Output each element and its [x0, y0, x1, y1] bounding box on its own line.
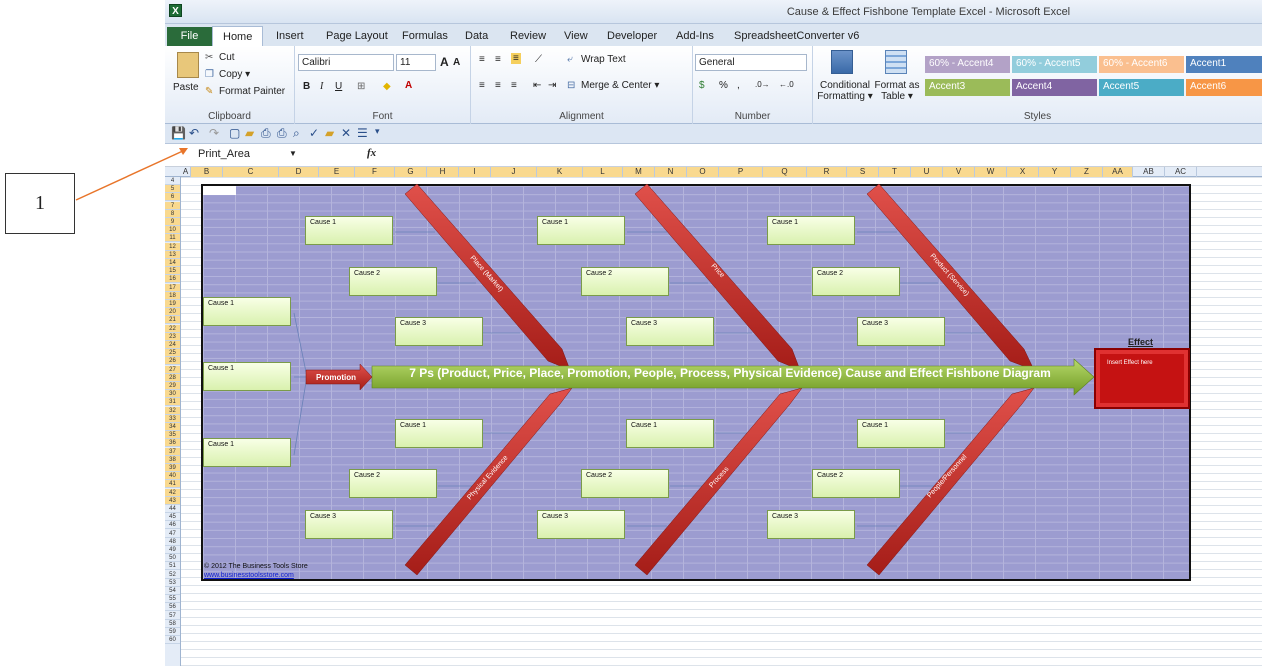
website-link[interactable]: www.businesstoolsstore.com: [204, 572, 294, 579]
diagram-title: 7 Ps (Product, Price, Place, Promotion, …: [409, 366, 1051, 380]
cause-box[interactable]: Cause 1: [767, 216, 855, 245]
cause-box[interactable]: Cause 1: [626, 419, 714, 448]
cause-box[interactable]: Cause 3: [395, 317, 483, 346]
cause-box[interactable]: Cause 2: [812, 267, 900, 296]
cause-box[interactable]: Cause 2: [581, 469, 669, 498]
cause-box[interactable]: Cause 1: [203, 438, 291, 467]
effect-label: Effect: [1128, 337, 1154, 347]
cause-box[interactable]: Cause 3: [537, 510, 625, 539]
cause-box[interactable]: Cause 1: [203, 362, 291, 391]
bone-label-product: Product (Service): [929, 253, 970, 298]
callout-arrow: [75, 149, 186, 201]
cause-box[interactable]: Cause 1: [857, 419, 945, 448]
cause-box[interactable]: Cause 2: [581, 267, 669, 296]
cause-box[interactable]: Cause 1: [305, 216, 393, 245]
callout-number: 1: [5, 173, 75, 234]
cause-box[interactable]: Cause 2: [349, 267, 437, 296]
cause-box[interactable]: Cause 3: [305, 510, 393, 539]
promotion-label: Promotion: [316, 373, 356, 382]
cause-box[interactable]: Cause 1: [395, 419, 483, 448]
cause-box[interactable]: Cause 2: [812, 469, 900, 498]
cause-box[interactable]: Cause 1: [537, 216, 625, 245]
cause-box[interactable]: Cause 1: [203, 297, 291, 326]
bone-label-physical: Physical Evidence: [466, 454, 509, 501]
cause-box[interactable]: Cause 3: [626, 317, 714, 346]
effect-box[interactable]: [1094, 348, 1190, 409]
cause-box[interactable]: Cause 3: [767, 510, 855, 539]
cause-box[interactable]: Cause 3: [857, 317, 945, 346]
cause-box[interactable]: Cause 2: [349, 469, 437, 498]
effect-text[interactable]: Insert Effect here: [1107, 360, 1153, 366]
copyright-text: © 2012 The Business Tools Store: [204, 563, 308, 570]
